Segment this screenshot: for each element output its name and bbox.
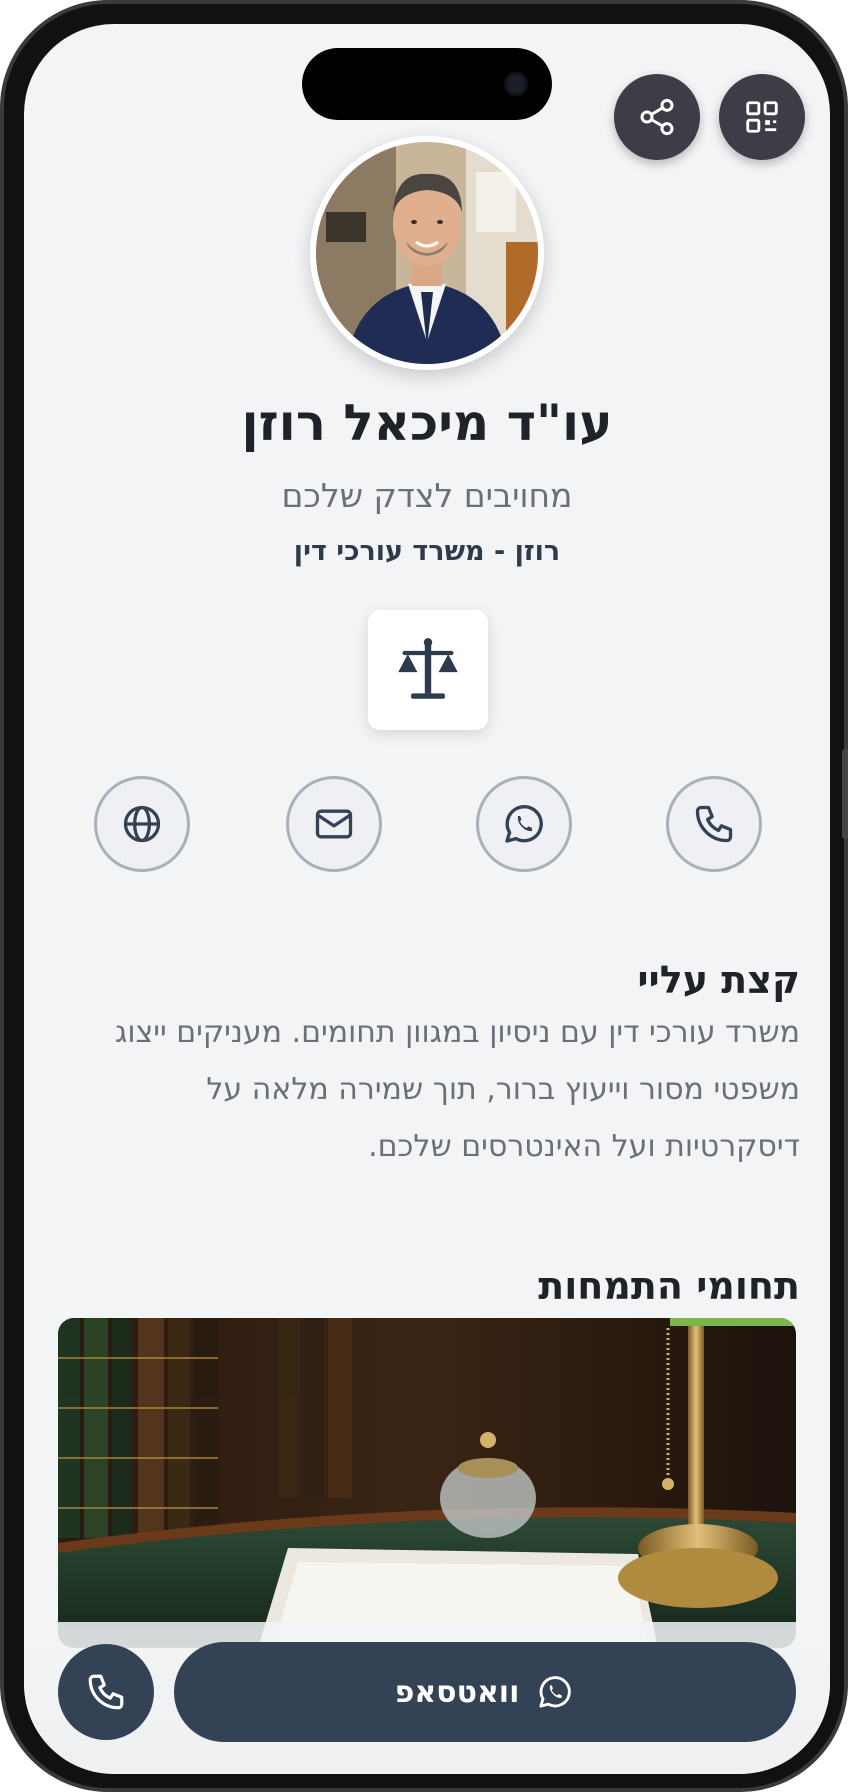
globe-icon	[123, 805, 161, 843]
share-icon	[640, 98, 674, 136]
share-button[interactable]	[614, 74, 700, 160]
specialties-title: תחומי התמחות	[538, 1264, 800, 1308]
phone-frame: עו"ד מיכאל רוזן מחויבים לצדק שלכם רוזן -…	[0, 0, 848, 1792]
whatsapp-icon	[505, 805, 543, 843]
company-name: רוזן - משרד עורכי דין	[293, 536, 561, 567]
email-button[interactable]	[286, 776, 382, 872]
law-office-desk-image	[58, 1318, 796, 1648]
whatsapp-cta-label: וואטסאפ	[394, 1674, 520, 1710]
call-button[interactable]	[58, 1644, 154, 1740]
phone-button[interactable]	[666, 776, 762, 872]
whatsapp-icon	[539, 1676, 572, 1708]
profile-name: עו"ד מיכאל רוזן	[241, 394, 613, 452]
screen: עו"ד מיכאל רוזן מחויבים לצדק שלכם רוזן -…	[24, 24, 830, 1774]
whatsapp-cta-button[interactable]: וואטסאפ	[174, 1642, 796, 1742]
phone-side-button	[842, 749, 848, 839]
camera-icon	[504, 72, 528, 96]
phone-icon	[695, 805, 733, 843]
profile-tagline: מחויבים לצדק שלכם	[281, 476, 573, 515]
qr-code-icon	[746, 101, 778, 133]
whatsapp-button[interactable]	[476, 776, 572, 872]
about-title: קצת עליי	[637, 958, 800, 1002]
profile-photo	[316, 142, 538, 364]
dynamic-island	[302, 48, 552, 120]
avatar	[310, 136, 544, 370]
scales-of-justice-icon	[398, 638, 458, 699]
about-text: משרד עורכי דין עם ניסיון במגוון תחומים. …	[114, 1015, 800, 1164]
mail-icon	[315, 809, 353, 839]
website-button[interactable]	[94, 776, 190, 872]
company-logo	[368, 610, 488, 730]
qr-code-button[interactable]	[719, 74, 805, 160]
specialty-card-image[interactable]	[58, 1318, 796, 1648]
phone-icon	[88, 1674, 124, 1710]
